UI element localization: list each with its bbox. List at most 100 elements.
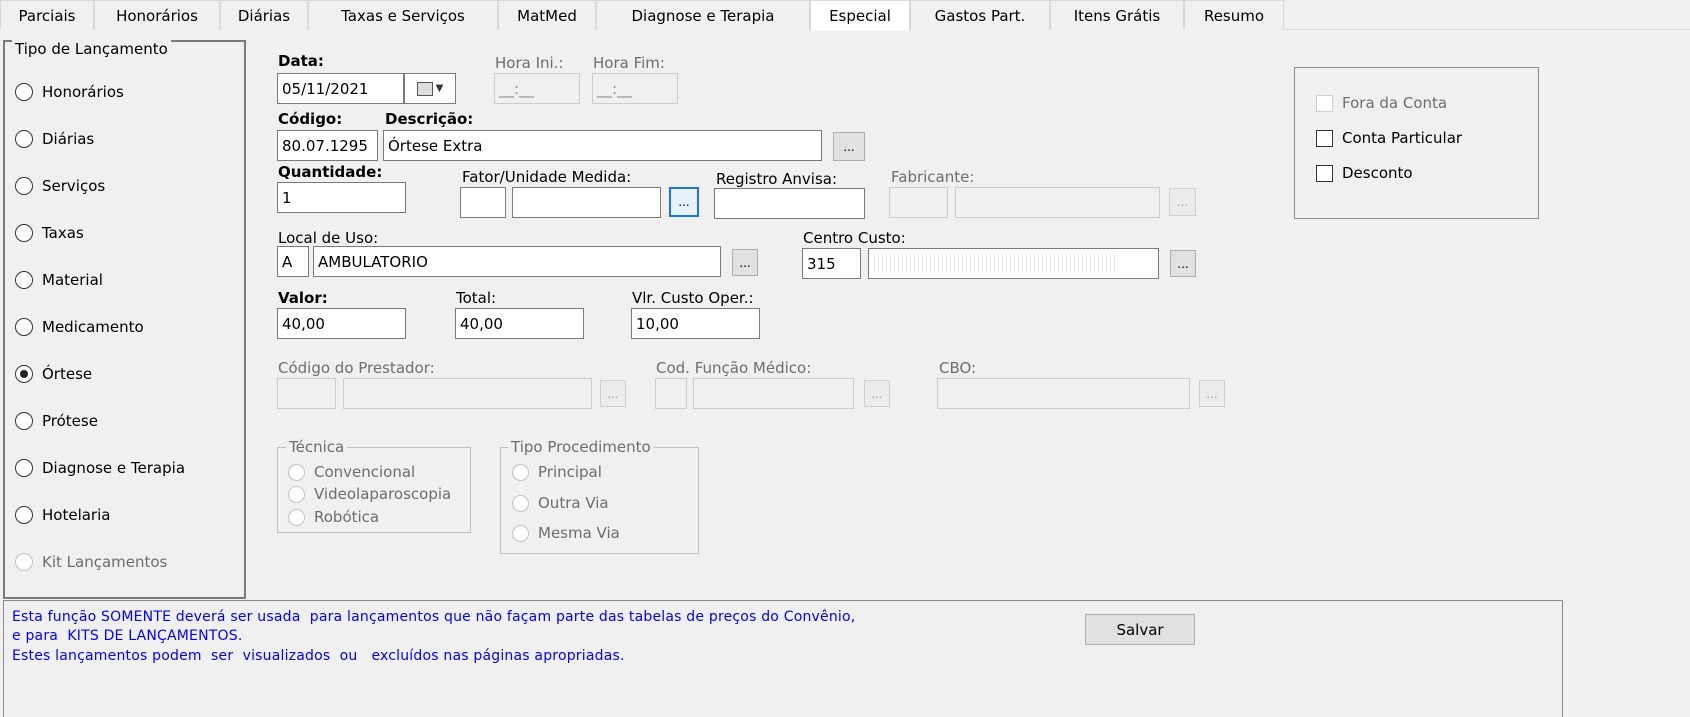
tab-taxas-servicos[interactable]: Taxas e Serviços: [308, 0, 498, 30]
tab-diagnose-terapia[interactable]: Diagnose e Terapia: [596, 0, 810, 30]
radio-taxas[interactable]: Taxas: [15, 222, 84, 244]
fabricante-lookup-button: ...: [1169, 188, 1196, 216]
radio-circle: [512, 463, 529, 481]
tab-resumo[interactable]: Resumo: [1184, 0, 1284, 30]
cbo-input: [937, 378, 1190, 409]
total-label: Total:: [456, 289, 497, 307]
radio-videolaparoscopia: Videolaparoscopia: [288, 484, 451, 504]
centro-custo-lookup-button[interactable]: ...: [1170, 250, 1196, 277]
radio-label: Diagnose e Terapia: [42, 459, 186, 477]
registro-anvisa-label: Registro Anvisa:: [716, 170, 838, 188]
radio-material[interactable]: Material: [15, 269, 103, 291]
calendar-dropdown-button[interactable]: ▼: [404, 73, 456, 104]
radio-diagnose-terapia[interactable]: Diagnose e Terapia: [15, 457, 185, 479]
unidade-medida-input[interactable]: [512, 187, 661, 218]
custo-oper-label: Vlr. Custo Oper.:: [632, 289, 754, 307]
radio-circle: [288, 508, 305, 526]
checkbox-label: Conta Particular: [1342, 129, 1463, 147]
checkbox-conta-particular[interactable]: Conta Particular: [1316, 127, 1462, 149]
checkbox-box: [1316, 94, 1333, 112]
tab-honorarios[interactable]: Honorários: [94, 0, 220, 30]
radio-convencional: Convencional: [288, 462, 415, 482]
custo-oper-input[interactable]: 10,00: [631, 308, 760, 339]
hora-fim-input: __:__: [592, 73, 678, 104]
tab-itens-gratis[interactable]: Itens Grátis: [1050, 0, 1184, 30]
radio-circle[interactable]: [15, 506, 33, 524]
tab-matmed[interactable]: MatMed: [498, 0, 596, 30]
descricao-lookup-button[interactable]: ...: [833, 132, 865, 161]
fabricante-label: Fabricante:: [891, 168, 975, 186]
radio-label: Serviços: [42, 177, 106, 195]
centro-custo-code-input[interactable]: 315: [802, 248, 861, 279]
radio-label: Taxas: [42, 224, 84, 242]
fator-input[interactable]: [460, 187, 506, 218]
centro-custo-label: Centro Custo:: [803, 229, 906, 247]
radio-circle-selected[interactable]: [15, 365, 33, 383]
radio-circle[interactable]: [15, 130, 33, 148]
radio-circle[interactable]: [15, 224, 33, 242]
radio-mesma-via: Mesma Via: [512, 523, 620, 543]
hora-ini-label: Hora Ini.:: [495, 54, 564, 72]
radio-medicamento[interactable]: Medicamento: [15, 316, 144, 338]
tab-parciais[interactable]: Parciais: [0, 0, 94, 30]
radio-protese[interactable]: Prótese: [15, 410, 98, 432]
radio-label: Mesma Via: [538, 524, 620, 542]
valor-input[interactable]: 40,00: [277, 308, 406, 339]
radio-circle[interactable]: [15, 318, 33, 336]
cbo-label: CBO:: [939, 359, 977, 377]
calendar-icon: [416, 81, 433, 96]
radio-circle[interactable]: [15, 271, 33, 289]
chevron-down-icon: ▼: [435, 83, 444, 94]
radio-circle[interactable]: [15, 83, 33, 101]
radio-label: Principal: [538, 463, 602, 481]
radio-circle: [15, 553, 33, 571]
tecnica-legend: Técnica: [286, 438, 348, 456]
local-uso-lookup-button[interactable]: ...: [732, 249, 758, 276]
prestador-name-input: [343, 378, 592, 409]
save-button[interactable]: Salvar: [1085, 614, 1195, 645]
radio-circle[interactable]: [15, 459, 33, 477]
local-uso-name-input[interactable]: AMBULATORIO: [313, 246, 721, 277]
radio-circle[interactable]: [15, 412, 33, 430]
valor-label: Valor:: [278, 289, 328, 307]
checkbox-box[interactable]: [1316, 129, 1333, 147]
radio-kit-lancamentos: Kit Lançamentos: [15, 551, 167, 573]
radio-robotica: Robótica: [288, 507, 379, 527]
tab-diarias[interactable]: Diárias: [220, 0, 308, 30]
radio-label: Outra Via: [538, 494, 609, 512]
local-uso-code-input[interactable]: A: [277, 246, 309, 277]
total-input[interactable]: 40,00: [455, 308, 584, 339]
radio-ortese[interactable]: Órtese: [15, 363, 92, 385]
footer-info-line-3: Estes lançamentos podem ser visualizados…: [12, 648, 625, 664]
tab-gastos-part[interactable]: Gastos Part.: [910, 0, 1050, 30]
checkbox-label: Desconto: [1342, 164, 1413, 182]
descricao-input[interactable]: Órtese Extra: [383, 130, 822, 161]
funcao-lookup-button: ...: [864, 380, 890, 407]
hora-ini-input: __:__: [494, 73, 580, 104]
radio-label: Kit Lançamentos: [42, 553, 168, 571]
quantidade-input[interactable]: 1: [277, 182, 406, 213]
radio-diarias[interactable]: Diárias: [15, 128, 94, 150]
centro-custo-name-input[interactable]: [868, 248, 1159, 279]
checkbox-fora-conta: Fora da Conta: [1316, 92, 1447, 114]
radio-hotelaria[interactable]: Hotelaria: [15, 504, 110, 526]
unidade-lookup-button[interactable]: ...: [669, 187, 699, 217]
codigo-input[interactable]: 80.07.1295: [277, 130, 378, 161]
radio-dot: [20, 370, 28, 378]
local-uso-label: Local de Uso:: [278, 229, 379, 247]
funcao-name-input: [693, 378, 854, 409]
radio-circle: [288, 463, 305, 481]
tab-especial[interactable]: Especial: [810, 0, 910, 31]
radio-honorarios[interactable]: Honorários: [15, 81, 124, 103]
footer-info-line-2: e para KITS DE LANÇAMENTOS.: [12, 628, 243, 644]
registro-anvisa-input[interactable]: [714, 188, 865, 219]
data-input[interactable]: 05/11/2021: [277, 73, 404, 104]
radio-label: Convencional: [314, 463, 416, 481]
checkbox-box[interactable]: [1316, 164, 1333, 182]
radio-circle[interactable]: [15, 177, 33, 195]
radio-label: Robótica: [314, 508, 380, 526]
radio-label: Medicamento: [42, 318, 144, 336]
checkbox-desconto[interactable]: Desconto: [1316, 162, 1413, 184]
radio-label: Órtese: [42, 365, 93, 383]
radio-servicos[interactable]: Serviços: [15, 175, 105, 197]
